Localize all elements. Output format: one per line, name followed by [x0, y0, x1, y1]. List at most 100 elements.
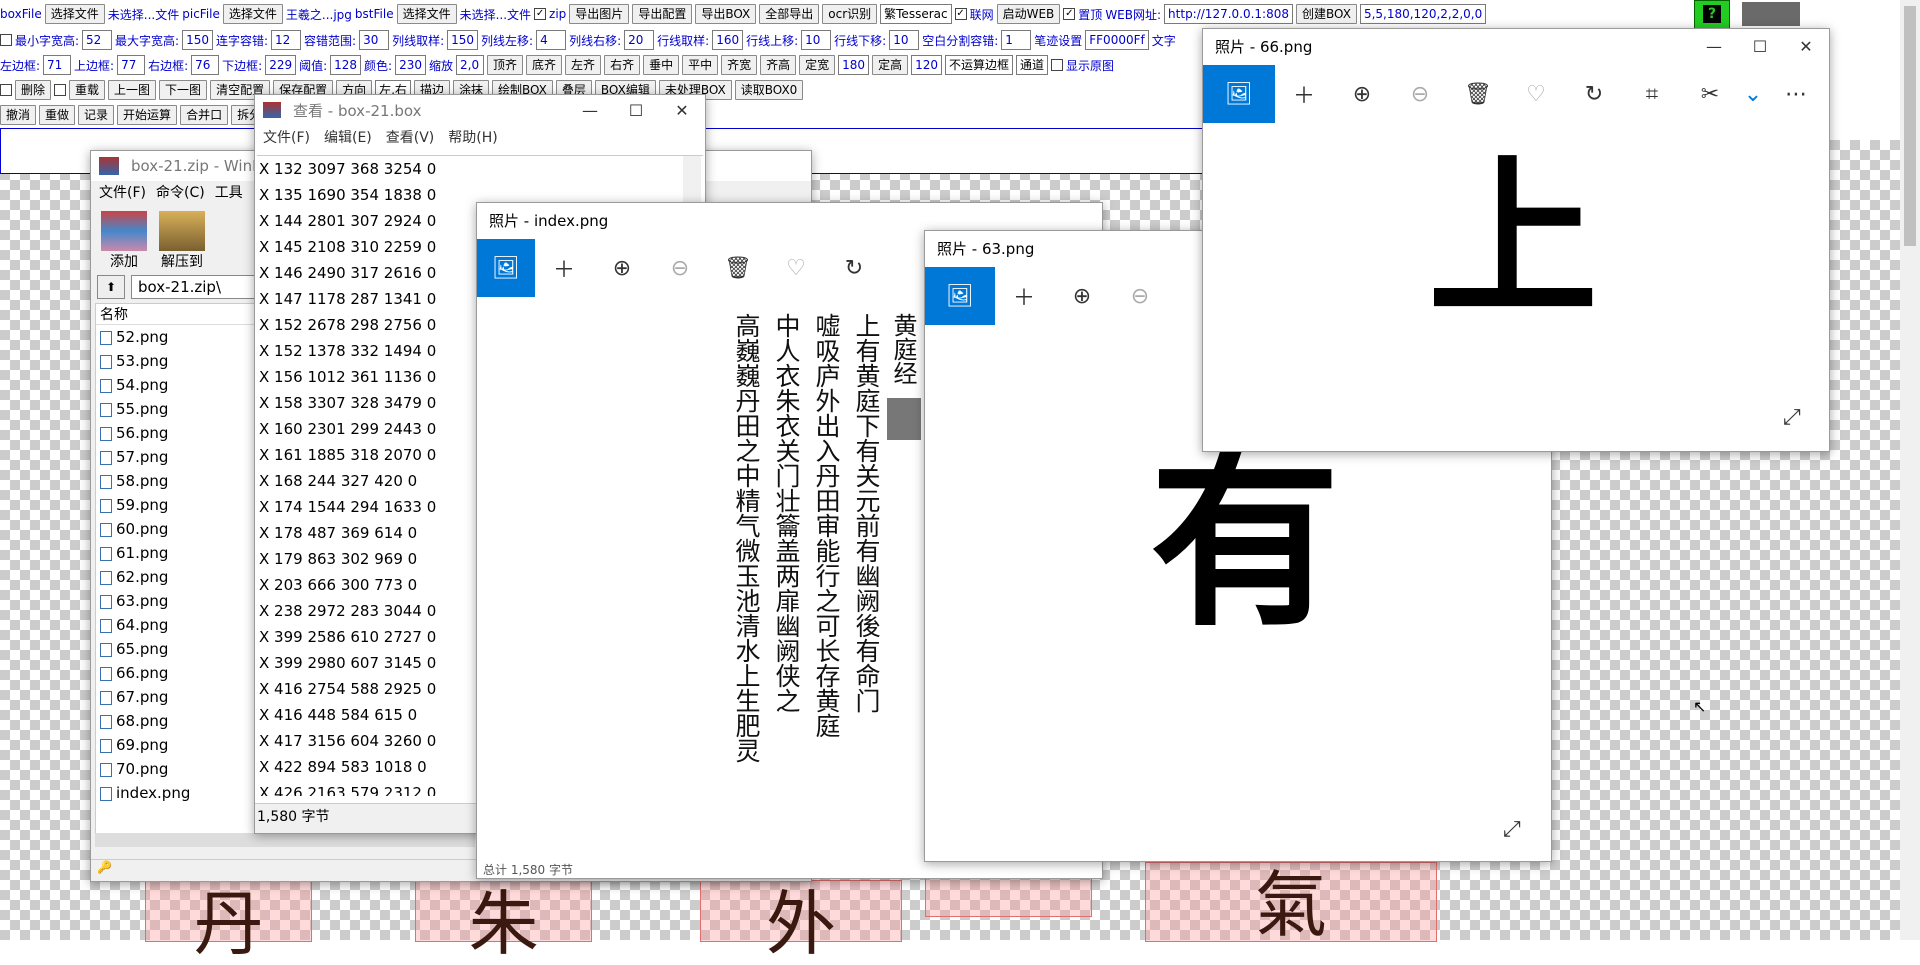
- favorite-icon[interactable]: ♡: [767, 239, 825, 297]
- edit-icon[interactable]: ✂: [1681, 65, 1739, 123]
- param-input[interactable]: 1: [1001, 30, 1032, 50]
- delete-icon[interactable]: 🗑: [1449, 65, 1507, 123]
- border-input[interactable]: 230: [395, 55, 426, 75]
- view-all-photos-icon[interactable]: 🖼: [925, 267, 995, 325]
- list-item[interactable]: 56.png: [96, 421, 261, 445]
- zoom-in-icon[interactable]: ⊕: [1333, 65, 1391, 123]
- height-input[interactable]: 120: [911, 55, 942, 75]
- winrar-menu-tools[interactable]: 工具: [215, 182, 243, 202]
- border-input[interactable]: 77: [117, 55, 146, 75]
- list-item[interactable]: 62.png: [96, 565, 261, 589]
- view-all-photos-icon[interactable]: 🖼: [1203, 65, 1275, 123]
- viewer-menu-view[interactable]: 查看(V): [386, 127, 435, 147]
- align-button[interactable]: 右齐: [604, 55, 641, 75]
- winrar-add-button[interactable]: 添加: [101, 211, 147, 271]
- web-url-input[interactable]: http://127.0.0.1:808: [1164, 4, 1294, 24]
- row4-checkbox[interactable]: [0, 84, 12, 96]
- row4-button[interactable]: 删除: [15, 80, 52, 100]
- list-item[interactable]: 63.png: [96, 589, 261, 613]
- row5-button[interactable]: 开始运算: [117, 105, 178, 125]
- align-button[interactable]: 定宽: [799, 55, 836, 75]
- param-input[interactable]: 12: [271, 30, 302, 50]
- param-input[interactable]: 160: [712, 30, 744, 50]
- viewer-menu-help[interactable]: 帮助(H): [448, 127, 497, 147]
- align-button[interactable]: 垂中: [643, 55, 680, 75]
- show-orig-checkbox[interactable]: [1051, 59, 1064, 71]
- minimize-button[interactable]: —: [567, 101, 613, 120]
- row4-button[interactable]: 重载: [69, 80, 106, 100]
- list-item[interactable]: 53.png: [96, 349, 261, 373]
- list-item[interactable]: 70.png: [96, 757, 261, 781]
- list-item[interactable]: 69.png: [96, 733, 261, 757]
- crop-icon[interactable]: ⌗: [1623, 65, 1681, 123]
- viewer-titlebar[interactable]: 查看 - box-21.box — ☐ ✕: [255, 95, 705, 125]
- row4-button[interactable]: 上一图: [108, 80, 157, 100]
- list-item[interactable]: 54.png: [96, 373, 261, 397]
- net-checkbox[interactable]: ✓: [954, 8, 967, 20]
- engine-select[interactable]: 繁Tesserac: [880, 4, 952, 24]
- view-all-photos-icon[interactable]: 🖼: [477, 239, 535, 297]
- zoom-out-icon[interactable]: ⊖: [1111, 267, 1169, 325]
- zoom-in-icon[interactable]: ⊕: [593, 239, 651, 297]
- row5-button[interactable]: 记录: [78, 105, 115, 125]
- list-item[interactable]: 52.png: [96, 325, 261, 349]
- calc-select[interactable]: 不运算边框: [944, 55, 1013, 75]
- list-item[interactable]: 67.png: [96, 685, 261, 709]
- winrar-menu-command[interactable]: 命令(C): [156, 182, 205, 202]
- zoom-in-icon[interactable]: ⊕: [1053, 267, 1111, 325]
- create-box-button[interactable]: 创建BOX: [1296, 4, 1357, 24]
- param-input[interactable]: 10: [889, 30, 920, 50]
- winrar-extract-button[interactable]: 解压到: [159, 211, 205, 271]
- top-checkbox[interactable]: ✓: [1063, 8, 1076, 20]
- option-checkbox[interactable]: [0, 34, 12, 46]
- align-button[interactable]: 底齐: [526, 55, 563, 75]
- viewer-menu-edit[interactable]: 编辑(E): [324, 127, 372, 147]
- list-item[interactable]: 64.png: [96, 613, 261, 637]
- list-item[interactable]: 59.png: [96, 493, 261, 517]
- maximize-button[interactable]: ☐: [613, 101, 659, 120]
- export-config-button[interactable]: 导出配置: [632, 4, 693, 24]
- align-button[interactable]: 顶齐: [487, 55, 524, 75]
- viewer-menu-file[interactable]: 文件(F): [263, 127, 310, 147]
- add-icon[interactable]: ＋: [535, 239, 593, 297]
- border-input[interactable]: 2,0: [456, 55, 485, 75]
- favorite-icon[interactable]: ♡: [1507, 65, 1565, 123]
- list-item[interactable]: 68.png: [96, 709, 261, 733]
- page-scrollbar[interactable]: [1900, 0, 1920, 940]
- border-input[interactable]: 71: [43, 55, 72, 75]
- width-input[interactable]: 180: [838, 55, 870, 75]
- maximize-button[interactable]: ☐: [1737, 37, 1783, 56]
- glyph-box[interactable]: 外: [700, 880, 902, 959]
- param-input[interactable]: 10: [801, 30, 832, 50]
- border-input[interactable]: 76: [191, 55, 220, 75]
- split-button[interactable]: 合并口: [180, 105, 229, 125]
- more-icon[interactable]: ⋯: [1767, 65, 1825, 123]
- border-input[interactable]: 128: [330, 55, 362, 75]
- scrollbar-thumb[interactable]: [1904, 6, 1916, 246]
- photo-66-titlebar[interactable]: 照片 - 66.png — ☐ ✕: [1203, 29, 1829, 63]
- rotate-icon[interactable]: ↻: [1565, 65, 1623, 123]
- winrar-col-name[interactable]: 名称: [96, 304, 261, 325]
- align-button[interactable]: 齐高: [760, 55, 797, 75]
- bstfile-select-button[interactable]: 选择文件: [396, 4, 457, 24]
- row4-tool-button[interactable]: 读取BOX0: [734, 80, 804, 100]
- align-button[interactable]: 左齐: [565, 55, 602, 75]
- winrar-menu-file[interactable]: 文件(F): [99, 182, 146, 202]
- add-icon[interactable]: ＋: [1275, 65, 1333, 123]
- fix-height-button[interactable]: 定高: [872, 55, 909, 75]
- export-image-button[interactable]: 导出图片: [569, 4, 630, 24]
- rotate-icon[interactable]: ↻: [825, 239, 883, 297]
- param-input[interactable]: 150: [182, 30, 213, 50]
- winrar-hscrollbar[interactable]: [95, 833, 475, 847]
- zoom-out-icon[interactable]: ⊖: [651, 239, 709, 297]
- chevron-down-icon[interactable]: ⌄: [1739, 65, 1767, 123]
- start-web-button[interactable]: 启动WEB: [996, 4, 1061, 24]
- add-icon[interactable]: ＋: [995, 267, 1053, 325]
- boxfile-select-button[interactable]: 选择文件: [44, 4, 105, 24]
- row4-checkbox[interactable]: [54, 84, 67, 96]
- param-input[interactable]: 52: [82, 30, 113, 50]
- param-input[interactable]: 4: [536, 30, 567, 50]
- row5-button[interactable]: 重做: [39, 105, 76, 125]
- list-item[interactable]: 57.png: [96, 445, 261, 469]
- list-item[interactable]: 55.png: [96, 397, 261, 421]
